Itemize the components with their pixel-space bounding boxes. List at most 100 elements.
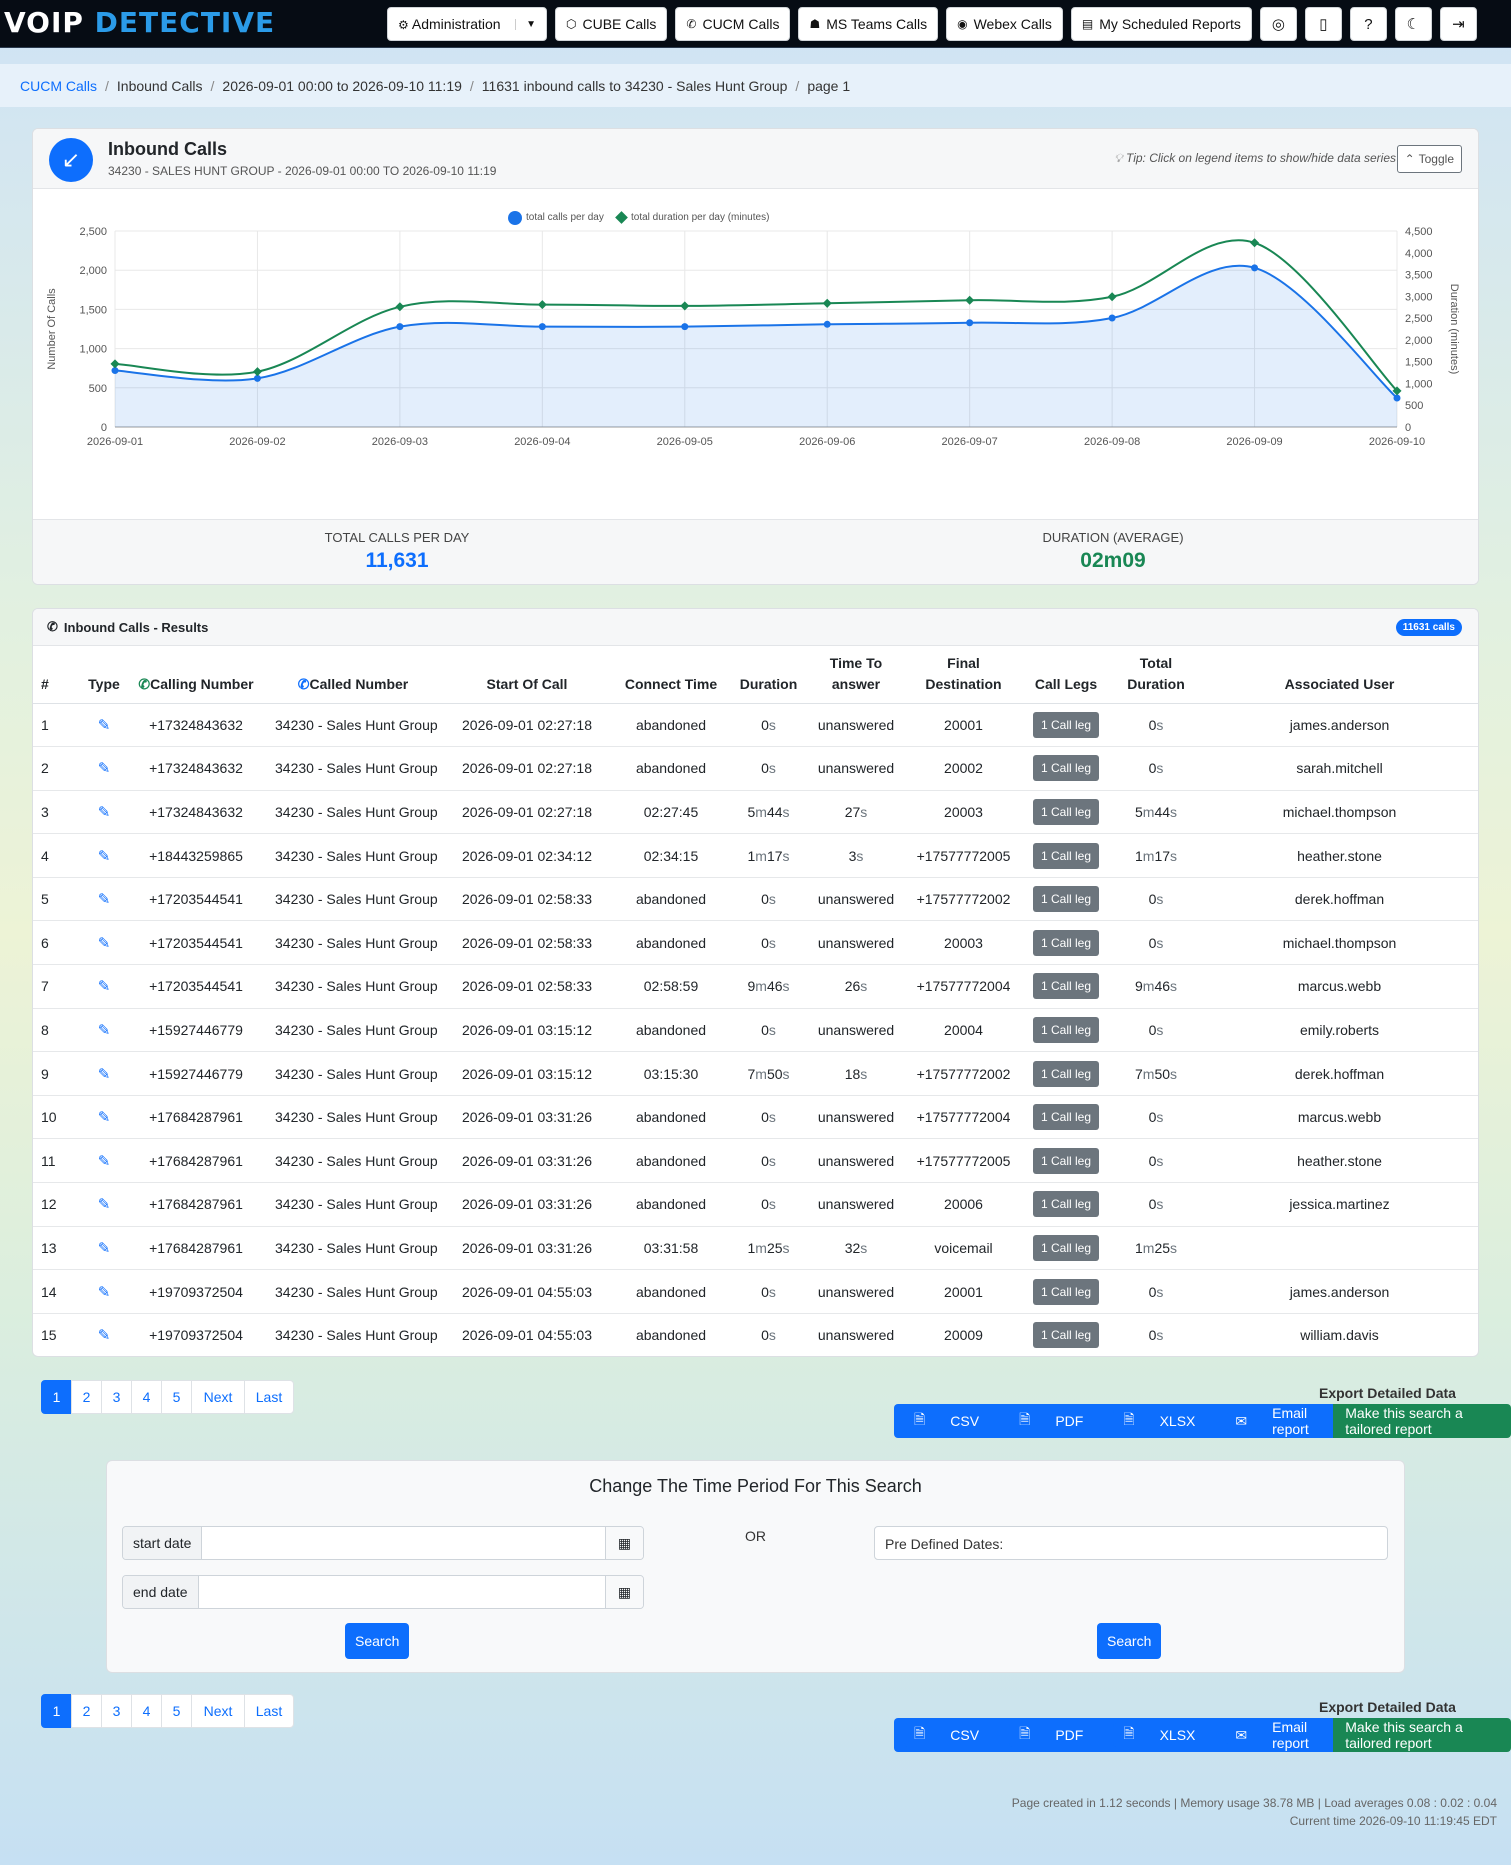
edit-icon[interactable]: ✎ (98, 1240, 111, 1257)
cube-calls-button[interactable]: ⬡ CUBE Calls (555, 7, 668, 41)
legend-duration-label[interactable]: total duration per day (minutes) (631, 212, 769, 223)
page-link-1[interactable]: 1 (41, 1380, 72, 1414)
next-page-link[interactable]: Next (191, 1380, 245, 1414)
logout-button[interactable]: ⇥ (1439, 7, 1477, 41)
edit-icon[interactable]: ✎ (98, 891, 111, 908)
chart-card-subtitle: 34230 - SALES HUNT GROUP - 2026-09-01 00… (108, 164, 497, 178)
breadcrumb-cucm-calls-link[interactable]: CUCM Calls (20, 78, 97, 94)
search-custom-dates-button[interactable]: Search (345, 1623, 410, 1659)
scheduled-reports-button[interactable]: ▤ My Scheduled Reports (1070, 7, 1252, 41)
user-profile-button[interactable]: ◎ (1259, 7, 1297, 41)
column-header-associated-user[interactable]: Associated User (1201, 646, 1478, 704)
edit-icon[interactable]: ✎ (98, 804, 111, 821)
legend-duration-marker[interactable] (615, 211, 628, 224)
column-header-total-duration[interactable]: Total Duration (1111, 646, 1201, 704)
column-header-duration[interactable]: Duration (731, 646, 806, 704)
column-header-call-legs[interactable]: Call Legs (1021, 646, 1111, 704)
tailored-report-button[interactable]: Make this search a tailored report (1333, 1404, 1511, 1438)
call-legs-button[interactable]: 1 Call leg (1032, 929, 1100, 956)
column-header-calling-number[interactable]: ✆Calling Number (129, 646, 263, 704)
page-link-2[interactable]: 2 (71, 1694, 102, 1728)
call-legs-button[interactable]: 1 Call leg (1032, 1234, 1100, 1261)
export-csv-button[interactable]: 🗎︎ CSV (894, 1404, 1000, 1438)
legend-calls-label[interactable]: total calls per day (526, 212, 604, 223)
edit-icon[interactable]: ✎ (98, 1196, 111, 1213)
edit-icon[interactable]: ✎ (98, 935, 111, 952)
export-pdf-button[interactable]: 🗎︎ PDF (999, 1718, 1104, 1752)
page-link-4[interactable]: 4 (131, 1694, 162, 1728)
end-date-input[interactable] (199, 1576, 606, 1608)
webex-calls-button[interactable]: ◉ Webex Calls (946, 7, 1063, 41)
edit-icon[interactable]: ✎ (98, 1066, 111, 1083)
call-legs-button[interactable]: 1 Call leg (1032, 1278, 1100, 1305)
edit-icon[interactable]: ✎ (98, 1327, 111, 1344)
chevron-down-icon[interactable]: ▼ (515, 18, 536, 30)
last-page-link[interactable]: Last (244, 1380, 294, 1414)
column-header-time-to-answer[interactable]: Time To answer (806, 646, 906, 704)
page-link-5[interactable]: 5 (161, 1380, 192, 1414)
chart-area: 0 500 1,000 1,500 2,000 2,500 0 500 1,000 1,500 2,… (33, 189, 1478, 519)
export-xlsx-button[interactable]: 🗎︎ XLSX (1103, 1404, 1216, 1438)
row-number: 7 (33, 964, 79, 1009)
column-header-type[interactable]: Type (79, 646, 129, 704)
final-destination: 20009 (906, 1313, 1021, 1356)
calendar-icon[interactable]: ▦ (605, 1527, 643, 1559)
call-legs-button[interactable]: 1 Call leg (1032, 755, 1100, 782)
edit-icon[interactable]: ✎ (98, 1022, 111, 1039)
edit-icon[interactable]: ✎ (98, 717, 111, 734)
call-legs-button[interactable]: 1 Call leg (1032, 1104, 1100, 1131)
help-button[interactable]: ? (1349, 7, 1387, 41)
docs-button[interactable]: ▯ (1304, 7, 1342, 41)
column-header-called-number[interactable]: ✆Called Number (263, 646, 443, 704)
legend-calls-marker[interactable] (508, 211, 522, 225)
page-link-4[interactable]: 4 (131, 1380, 162, 1414)
edit-icon[interactable]: ✎ (98, 848, 111, 865)
edit-icon[interactable]: ✎ (98, 1284, 111, 1301)
page-link-3[interactable]: 3 (101, 1694, 132, 1728)
table-row: 1 ✎ +17324843632 34230 - Sales Hunt Group 20… (33, 703, 1478, 748)
toggle-chart-button[interactable]: ⌃ Toggle (1396, 145, 1462, 173)
edit-icon[interactable]: ✎ (98, 1109, 111, 1126)
call-legs-button[interactable]: 1 Call leg (1032, 1016, 1100, 1043)
next-page-link[interactable]: Next (191, 1694, 245, 1728)
final-destination: 20003 (906, 920, 1021, 966)
page-link-5[interactable]: 5 (161, 1694, 192, 1728)
column-header-final-destination[interactable]: Final Destination (906, 646, 1021, 704)
call-legs-button[interactable]: 1 Call leg (1032, 1147, 1100, 1174)
ms-teams-calls-button[interactable]: ☗ MS Teams Calls (798, 7, 939, 41)
last-page-link[interactable]: Last (244, 1694, 294, 1728)
email-report-button[interactable]: ✉ Email report (1215, 1718, 1334, 1752)
page-link-2[interactable]: 2 (71, 1380, 102, 1414)
app-logo[interactable]: VOIP DETECTIVE (4, 6, 275, 39)
calendar-icon[interactable]: ▦ (605, 1576, 643, 1608)
call-legs-button[interactable]: 1 Call leg (1032, 798, 1100, 825)
start-date-input[interactable] (202, 1527, 605, 1559)
dark-mode-button[interactable]: ☾ (1394, 7, 1432, 41)
export-pdf-button[interactable]: 🗎︎ PDF (999, 1404, 1104, 1438)
page-link-1[interactable]: 1 (41, 1694, 72, 1728)
column-header-start-of-call[interactable]: Start Of Call (443, 646, 611, 704)
call-legs-button[interactable]: 1 Call leg (1032, 1060, 1100, 1087)
predefined-dates-select[interactable]: Pre Defined Dates: (874, 1526, 1388, 1560)
call-legs-button[interactable]: 1 Call leg (1032, 973, 1100, 1000)
email-report-button[interactable]: ✉ Email report (1215, 1404, 1334, 1438)
edit-icon[interactable]: ✎ (98, 760, 111, 777)
column-header-number[interactable]: # (33, 646, 79, 704)
administration-menu[interactable]: ⚙ Administration ▼ (387, 7, 547, 41)
call-legs-button[interactable]: 1 Call leg (1032, 711, 1100, 738)
column-header-connect-time[interactable]: Connect Time (611, 646, 731, 704)
call-legs-button[interactable]: 1 Call leg (1032, 1322, 1100, 1349)
call-legs-button[interactable]: 1 Call leg (1032, 1191, 1100, 1218)
export-xlsx-button[interactable]: 🗎︎ XLSX (1103, 1718, 1216, 1752)
search-predefined-dates-button[interactable]: Search (1097, 1623, 1162, 1659)
called-number: 34230 - Sales Hunt Group (263, 746, 443, 791)
page-link-3[interactable]: 3 (101, 1380, 132, 1414)
edit-icon[interactable]: ✎ (98, 1153, 111, 1170)
edit-icon[interactable]: ✎ (98, 978, 111, 995)
tailored-report-button[interactable]: Make this search a tailored report (1333, 1718, 1511, 1752)
called-number: 34230 - Sales Hunt Group (263, 790, 443, 835)
call-legs-button[interactable]: 1 Call leg (1032, 842, 1100, 869)
cucm-calls-button[interactable]: ✆ CUCM Calls (675, 7, 791, 41)
export-csv-button[interactable]: 🗎︎ CSV (894, 1718, 1000, 1752)
call-legs-button[interactable]: 1 Call leg (1032, 886, 1100, 913)
